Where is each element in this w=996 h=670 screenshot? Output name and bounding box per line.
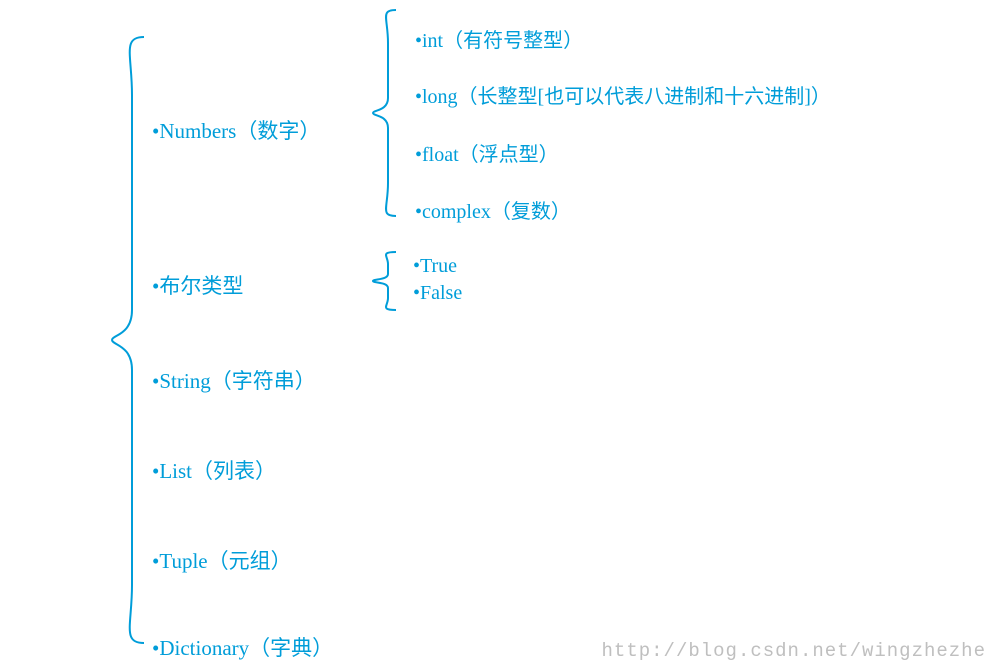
numbers-int: •int（有符号整型） (415, 24, 583, 53)
brace-boolean (370, 250, 398, 312)
numbers-long: •long（长整型[也可以代表八进制和十六进制]） (415, 80, 831, 109)
level1-string: •String（字符串） (152, 365, 316, 395)
brace-numbers (370, 8, 398, 218)
level1-dictionary: •Dictionary（字典） (152, 632, 333, 662)
level1-list: •List（列表） (152, 455, 276, 485)
numbers-complex: •complex（复数） (415, 195, 571, 224)
level1-numbers: •Numbers（数字） (152, 115, 320, 145)
watermark: http://blog.csdn.net/wingzhezhe (602, 640, 986, 662)
level1-boolean: •布尔类型 (152, 270, 243, 300)
bool-false: •False (413, 282, 462, 305)
diagram-root: •Numbers（数字） •布尔类型 •String（字符串） •List（列表… (0, 0, 996, 670)
bool-true: •True (413, 255, 457, 278)
numbers-float: •float（浮点型） (415, 138, 559, 167)
level1-tuple: •Tuple（元组） (152, 545, 292, 575)
brace-main (108, 35, 148, 645)
